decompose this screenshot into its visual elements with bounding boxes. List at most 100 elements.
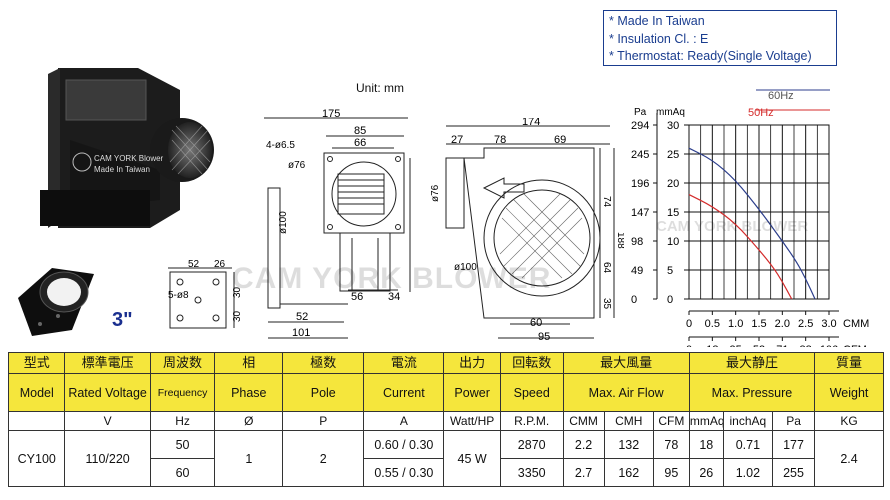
blower-photo: CAM YORK Blower Made In Taiwan (40, 68, 214, 228)
x-cfm-unit: CFM (843, 344, 867, 347)
x-cmm-tick: 1.0 (728, 318, 743, 330)
dim-side-69: 69 (554, 134, 566, 146)
legend-50hz: 50Hz (748, 107, 774, 119)
x-cmm-tick: 3.0 (821, 318, 836, 330)
x-cfm-tick: 106 (820, 344, 838, 347)
th-cjk-speed: 回転数 (499, 352, 564, 374)
y-left-tick: 147 (631, 207, 649, 219)
cell-cfm-2: 95 (652, 458, 690, 487)
flange-photo (18, 268, 94, 336)
th-en-airflow: Max. Air Flow (562, 373, 690, 412)
dim-flange-30b: 30 (232, 310, 243, 322)
unit-phase: Ø (214, 411, 284, 431)
th-en-pressure: Max. Pressure (688, 373, 816, 412)
unit-current: A (363, 411, 445, 431)
cell-speed-1: 2870 (499, 430, 564, 459)
note-made-in: * Made In Taiwan (609, 14, 705, 28)
dim-side-174: 174 (522, 118, 540, 128)
table-header-en: Model Rated Voltage Frequency Phase Pole… (7, 373, 884, 412)
dim-flange-52: 52 (188, 259, 200, 270)
unit-weight: KG (814, 411, 884, 431)
th-en-frequency: Frequency (149, 373, 216, 412)
dim-side-76: ø76 (430, 184, 441, 202)
unit-frequency: Hz (149, 411, 216, 431)
cell-cfm-1: 78 (652, 430, 690, 459)
th-cjk-pole: 極数 (282, 352, 365, 374)
dim-front-85: 85 (354, 125, 366, 137)
cell-mmaq-2: 26 (688, 458, 724, 487)
table-units-row: V Hz Ø P A Watt/HP R.P.M. CMM CMH CFM mm… (7, 411, 884, 431)
chart-grid (688, 124, 830, 300)
cell-phase: 1 (214, 430, 284, 487)
th-en-model: Model (7, 373, 66, 412)
x-cfm-tick: 35 (730, 344, 742, 347)
cell-freq-2: 60 (149, 458, 216, 487)
x-cfm-tick: 88 (800, 344, 812, 347)
fan-label-line1: CAM YORK Blower (94, 154, 164, 163)
th-cjk-weight: 質量 (814, 352, 884, 374)
table-row: CY100 110/220 50 1 2 0.60 / 0.30 45 W 28… (7, 430, 884, 487)
unit-mmaq: mmAq (688, 411, 724, 431)
th-en-voltage: Rated Voltage (64, 373, 151, 412)
unit-cmh: CMH (603, 411, 654, 431)
dim-front-100: ø100 (278, 211, 289, 234)
series-50hz-line (688, 194, 793, 300)
cell-speed-2: 3350 (499, 458, 564, 487)
unit-cfm: CFM (652, 411, 690, 431)
y-left-tick: 245 (631, 149, 649, 161)
cell-cmm-1: 2.2 (562, 430, 605, 459)
y-right-tick: 10 (667, 236, 679, 248)
th-cjk-pressure: 最大静圧 (688, 352, 816, 374)
x-cmm-tick: 2.0 (775, 318, 790, 330)
y-left-tick: 98 (631, 236, 643, 248)
note-insulation: * Insulation Cl. : E (609, 31, 709, 46)
dim-front-76: ø76 (288, 160, 306, 171)
x-cmm-tick: 0 (686, 318, 692, 330)
dim-side-60: 60 (530, 317, 542, 329)
note-thermostat: * Thermostat: Ready(Single Voltage) (609, 49, 812, 63)
flange-size-label: 3" (112, 309, 133, 331)
fan-label-line2: Made In Taiwan (94, 165, 150, 174)
dim-side-95: 95 (538, 331, 550, 343)
x-cfm-tick: 18 (706, 344, 718, 347)
cell-pa-1: 177 (771, 430, 816, 459)
th-cjk-frequency: 周波数 (149, 352, 216, 374)
th-en-current: Current (363, 373, 445, 412)
th-cjk-voltage: 標準電压 (64, 352, 151, 374)
cell-inchaq-1: 0.71 (722, 430, 774, 459)
dim-flange-26: 26 (214, 259, 226, 270)
legend-60hz: 60Hz (768, 90, 794, 102)
unit-voltage: V (64, 411, 151, 431)
dim-side-27: 27 (451, 134, 463, 146)
x-cfm-tick: 0 (686, 344, 692, 347)
y-left-tick: 0 (631, 294, 637, 306)
cell-cmh-2: 162 (603, 458, 654, 487)
side-view-drawing: 174 27 78 69 ø76 74 188 64 35 ø100 60 95 (430, 118, 624, 343)
cell-freq-1: 50 (149, 430, 216, 459)
cell-current-1: 0.60 / 0.30 (363, 430, 445, 459)
table-header-cjk: 型式 標準電压 周波数 相 極数 電流 出力 回転数 最大風量 最大静圧 質量 (7, 352, 884, 374)
spec-table: 型式 標準電压 周波数 相 極数 電流 出力 回転数 最大風量 最大静圧 質量 … (7, 352, 884, 487)
th-en-speed: Speed (499, 373, 564, 412)
cell-model: CY100 (7, 430, 66, 487)
th-cjk-power: 出力 (443, 352, 501, 374)
y-left-unit: Pa (634, 107, 647, 118)
th-en-power: Power (443, 373, 501, 412)
unit-pole: P (282, 411, 365, 431)
cell-cmh-1: 132 (603, 430, 654, 459)
dim-flange-hole: 5-ø8 (168, 290, 189, 301)
y-right-tick: 30 (667, 120, 679, 132)
dim-front-66: 66 (354, 137, 366, 149)
cell-voltage: 110/220 (64, 430, 151, 487)
y-left-tick: 196 (631, 178, 649, 190)
x-cmm-tick: 1.5 (751, 318, 766, 330)
cell-inchaq-2: 1.02 (722, 458, 774, 487)
unit-speed: R.P.M. (499, 411, 564, 431)
unit-inchaq: inchAq (722, 411, 774, 431)
chart-watermark: CAM YORK BLOWER (656, 218, 808, 235)
dim-front-175: 175 (322, 108, 340, 120)
dim-front-101: 101 (292, 327, 310, 339)
dim-side-78: 78 (494, 134, 506, 146)
th-en-weight: Weight (814, 373, 884, 412)
y-right-tick: 0 (667, 294, 673, 306)
